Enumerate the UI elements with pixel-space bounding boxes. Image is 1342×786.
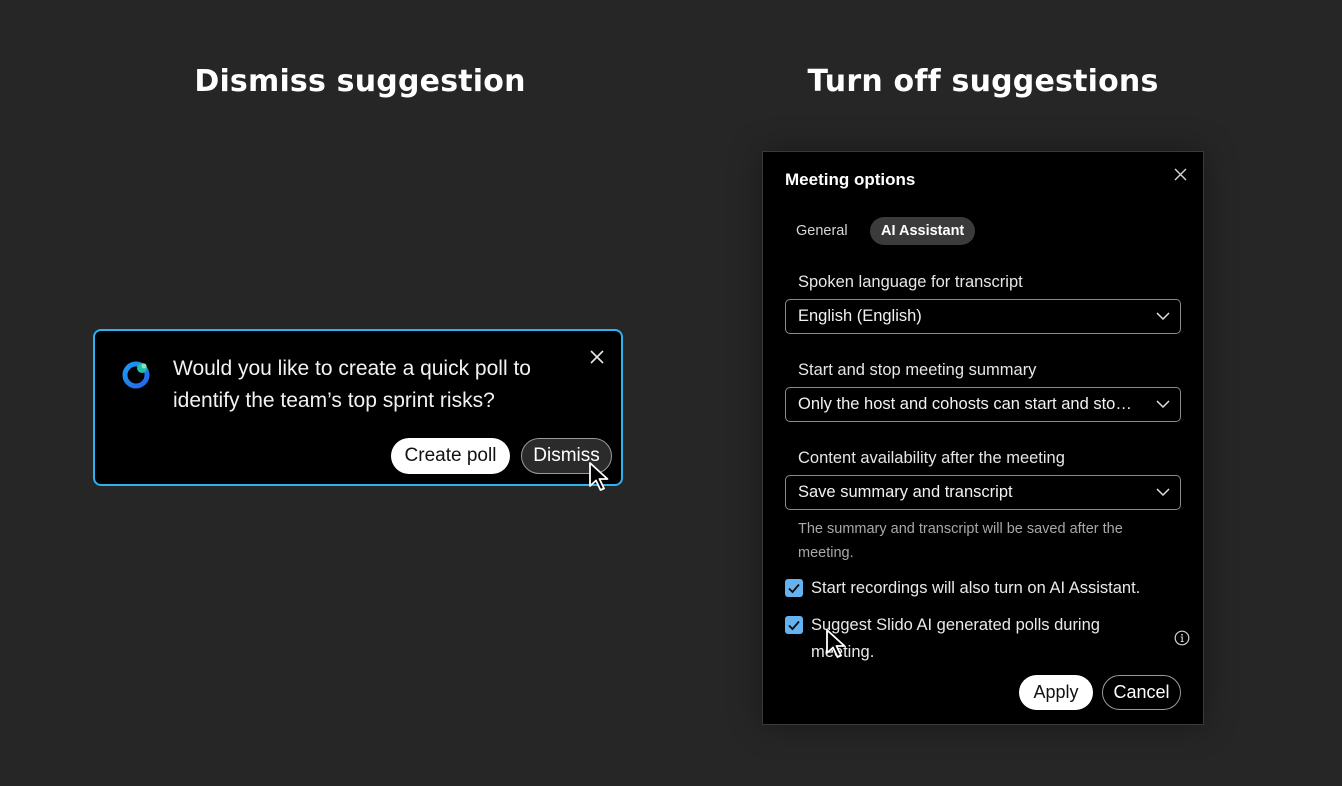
cancel-button[interactable]: Cancel <box>1102 675 1181 710</box>
info-icon[interactable] <box>1174 630 1190 646</box>
suggest-polls-checkbox[interactable] <box>785 616 803 634</box>
tab-ai-assistant[interactable]: AI Assistant <box>870 217 976 245</box>
content-availability-label: Content availability after the meeting <box>798 449 1065 467</box>
meeting-summary-value: Only the host and cohosts can start and … <box>798 395 1138 413</box>
content-availability-value: Save summary and transcript <box>798 483 1013 501</box>
chevron-down-icon <box>1156 312 1170 321</box>
chevron-down-icon <box>1156 400 1170 409</box>
checkmark-icon <box>788 583 800 594</box>
start-recordings-label: Start recordings will also turn on AI As… <box>811 579 1141 597</box>
chevron-down-icon <box>1156 488 1170 497</box>
create-poll-button[interactable]: Create poll <box>391 438 510 474</box>
dismiss-suggestion-heading: Dismiss suggestion <box>194 64 526 99</box>
content-availability-select[interactable]: Save summary and transcript <box>785 475 1181 510</box>
checkmark-icon <box>788 620 800 631</box>
close-icon[interactable] <box>1174 168 1187 181</box>
spoken-language-select[interactable]: English (English) <box>785 299 1181 334</box>
slido-ai-icon <box>122 361 150 389</box>
turn-off-suggestions-heading: Turn off suggestions <box>807 64 1159 99</box>
dialog-title: Meeting options <box>785 170 916 189</box>
mouse-pointer-icon <box>589 462 609 491</box>
suggestion-message: Would you like to create a quick poll to… <box>173 357 531 412</box>
suggest-polls-label: Suggest Slido AI generated polls during … <box>811 616 1100 661</box>
meeting-options-dialog: Meeting options General AI Assistant Spo… <box>762 151 1204 725</box>
start-recordings-checkbox[interactable] <box>785 579 803 597</box>
meeting-summary-select[interactable]: Only the host and cohosts can start and … <box>785 387 1181 422</box>
spoken-language-value: English (English) <box>798 307 922 325</box>
close-icon[interactable] <box>589 349 605 365</box>
mouse-pointer-icon <box>826 629 846 658</box>
content-availability-help: The summary and transcript will be saved… <box>798 521 1123 561</box>
tab-general[interactable]: General <box>785 217 859 245</box>
spoken-language-label: Spoken language for transcript <box>798 273 1023 291</box>
meeting-summary-label: Start and stop meeting summary <box>798 361 1037 379</box>
poll-suggestion-toast: Would you like to create a quick poll to… <box>93 329 623 491</box>
apply-button[interactable]: Apply <box>1019 675 1093 710</box>
